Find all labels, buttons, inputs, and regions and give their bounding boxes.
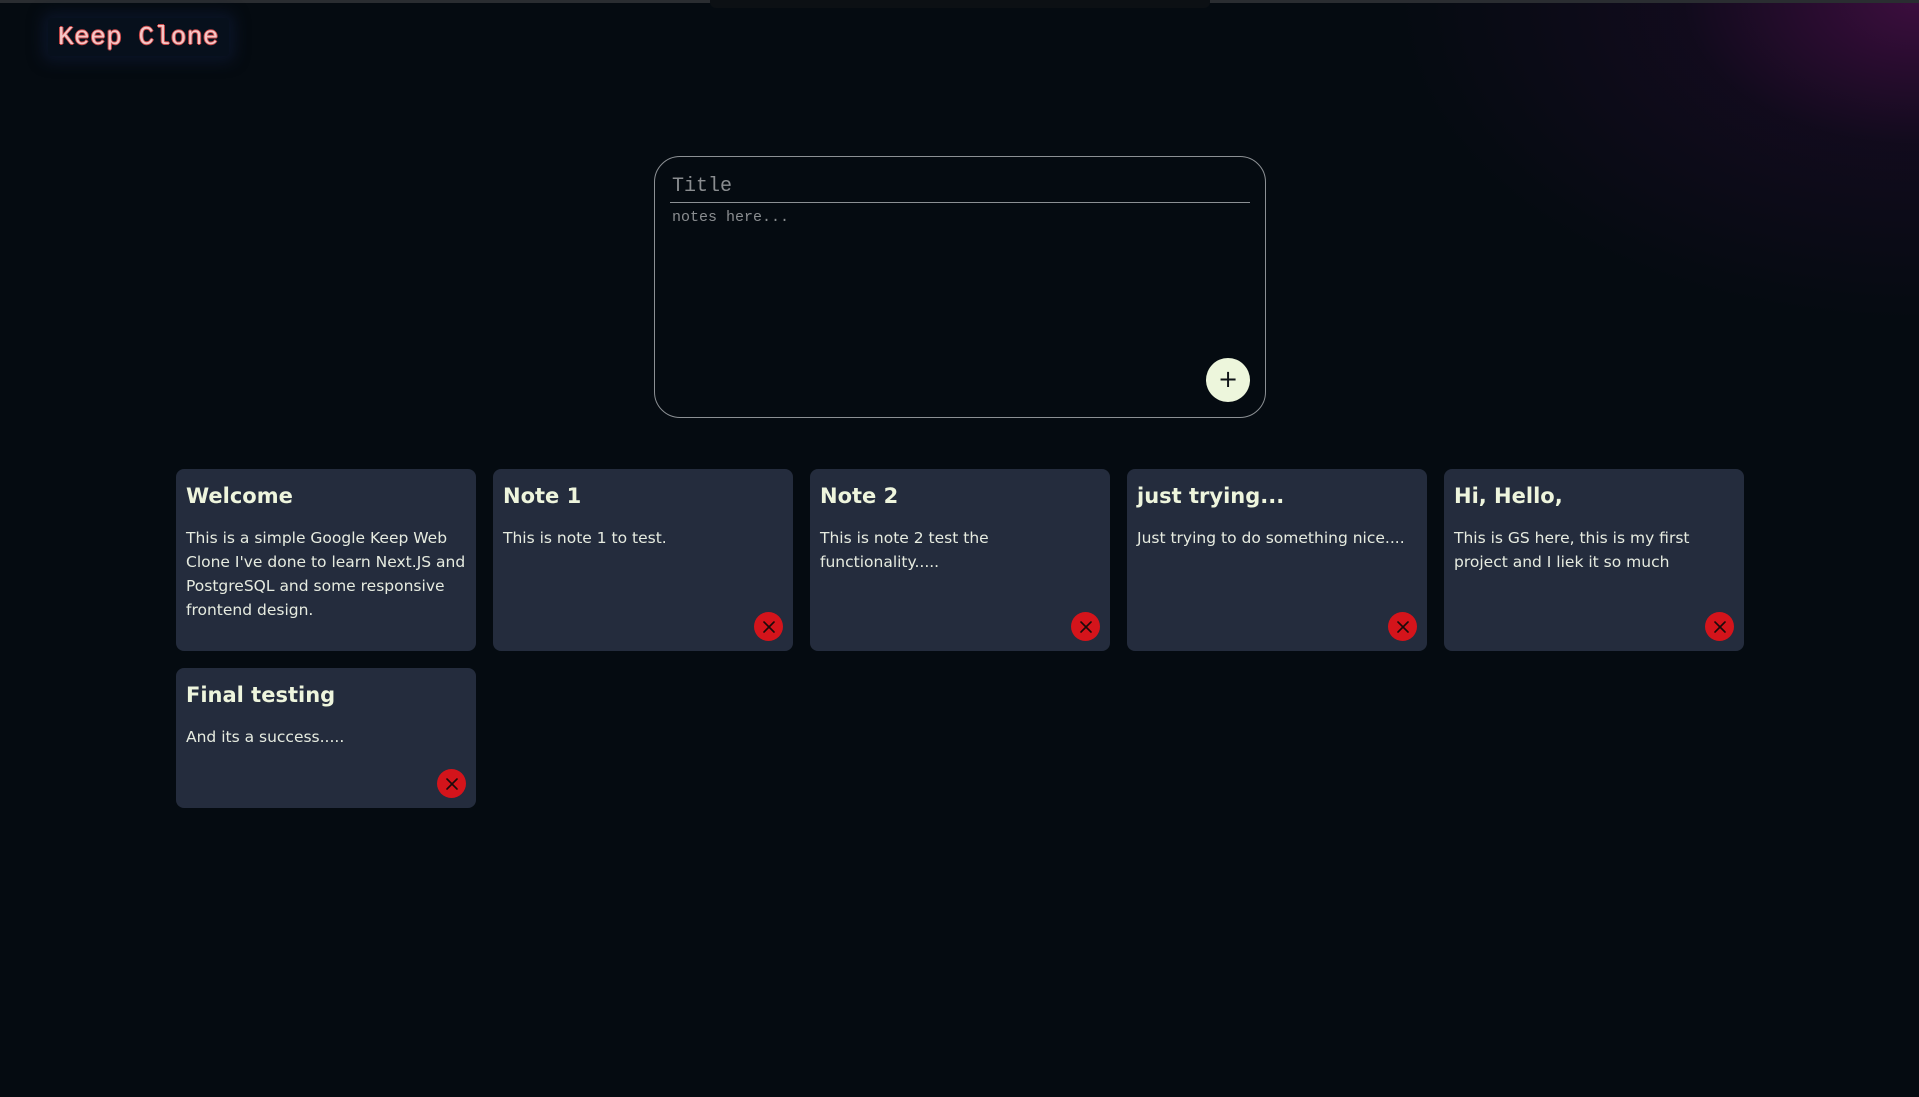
note-title: Welcome [186,484,293,508]
close-icon [445,777,458,790]
delete-note-button[interactable] [437,769,466,798]
note-body: This is a simple Google Keep Web Clone I… [186,529,466,619]
note-card-hi-hello: Hi, Hello, This is GS here, this is my f… [1444,469,1744,651]
add-note-button[interactable]: + [1206,358,1250,402]
note-body: And its a success..... [186,728,345,746]
note-body: This is note 1 to test. [503,529,667,547]
note-card-welcome: Welcome This is a simple Google Keep Web… [176,469,476,651]
note-composer: + [654,156,1266,418]
plus-icon: + [1217,365,1239,393]
note-card-final-testing: Final testing And its a success..... [176,668,476,808]
note-title: Final testing [186,683,336,707]
note-title: Note 1 [503,484,582,508]
close-icon [1396,620,1409,633]
note-title: Hi, Hello, [1454,484,1563,508]
note-card-note-2: Note 2 This is note 2 test the functiona… [810,469,1110,651]
note-body: This is GS here, this is my first projec… [1454,529,1690,571]
title-input[interactable] [670,171,1250,203]
close-icon [1079,620,1092,633]
delete-note-button[interactable] [1071,612,1100,641]
note-card-note-1: Note 1 This is note 1 to test. [493,469,793,651]
note-body: This is note 2 test the functionality...… [820,529,989,571]
app-title: Keep Clone [58,22,220,52]
close-icon [1713,620,1726,633]
note-card-just-trying: just trying... Just trying to do somethi… [1127,469,1427,651]
app-logo: Keep Clone [48,18,230,56]
window-top-tab [710,0,1210,8]
delete-note-button[interactable] [754,612,783,641]
delete-note-button[interactable] [1705,612,1734,641]
note-body: Just trying to do something nice.... [1137,529,1405,547]
delete-note-button[interactable] [1388,612,1417,641]
notes-input[interactable] [670,209,1250,349]
close-icon [762,620,775,633]
note-title: Note 2 [820,484,899,508]
note-title: just trying... [1137,484,1285,508]
